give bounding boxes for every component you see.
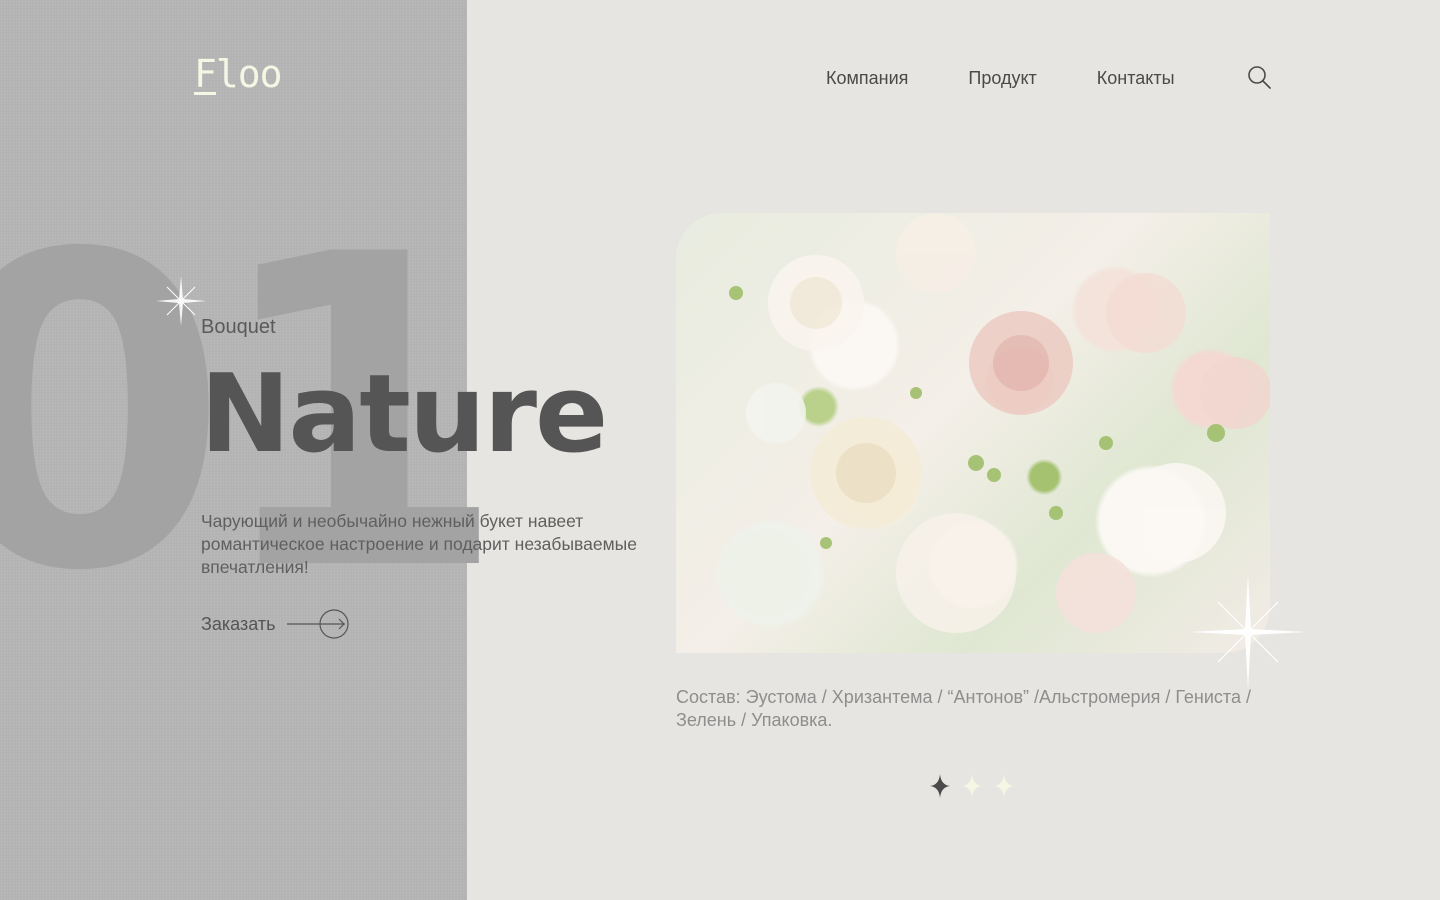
hero-description: Чарующий и необычайно нежный букет навее… xyxy=(201,511,637,577)
slider-dot[interactable] xyxy=(992,772,1016,800)
order-button-label: Заказать xyxy=(201,613,276,634)
hero-eyebrow: Bouquet xyxy=(201,316,276,338)
slider-dots xyxy=(928,772,1016,800)
main-nav: Компания Продукт Контакты xyxy=(826,68,1175,89)
hero-title: Nature xyxy=(200,352,608,477)
search-icon[interactable] xyxy=(1246,64,1272,90)
sparkle-icon xyxy=(1190,574,1306,690)
slider-dot-active[interactable] xyxy=(928,772,952,800)
logo[interactable]: Floo xyxy=(194,52,283,96)
slider-dot[interactable] xyxy=(960,772,984,800)
flower-illustration xyxy=(722,213,1270,633)
nav-item-contacts[interactable]: Контакты xyxy=(1097,68,1175,89)
order-button[interactable]: Заказать xyxy=(201,608,351,640)
product-composition: Состав: Эустома / Хризантема / “Антонов”… xyxy=(676,687,1251,730)
nav-item-product[interactable]: Продукт xyxy=(968,68,1036,89)
logo-underline xyxy=(194,92,216,95)
arrow-right-circle-icon xyxy=(287,609,350,639)
bouquet-image xyxy=(676,213,1270,653)
nav-item-company[interactable]: Компания xyxy=(826,68,908,89)
